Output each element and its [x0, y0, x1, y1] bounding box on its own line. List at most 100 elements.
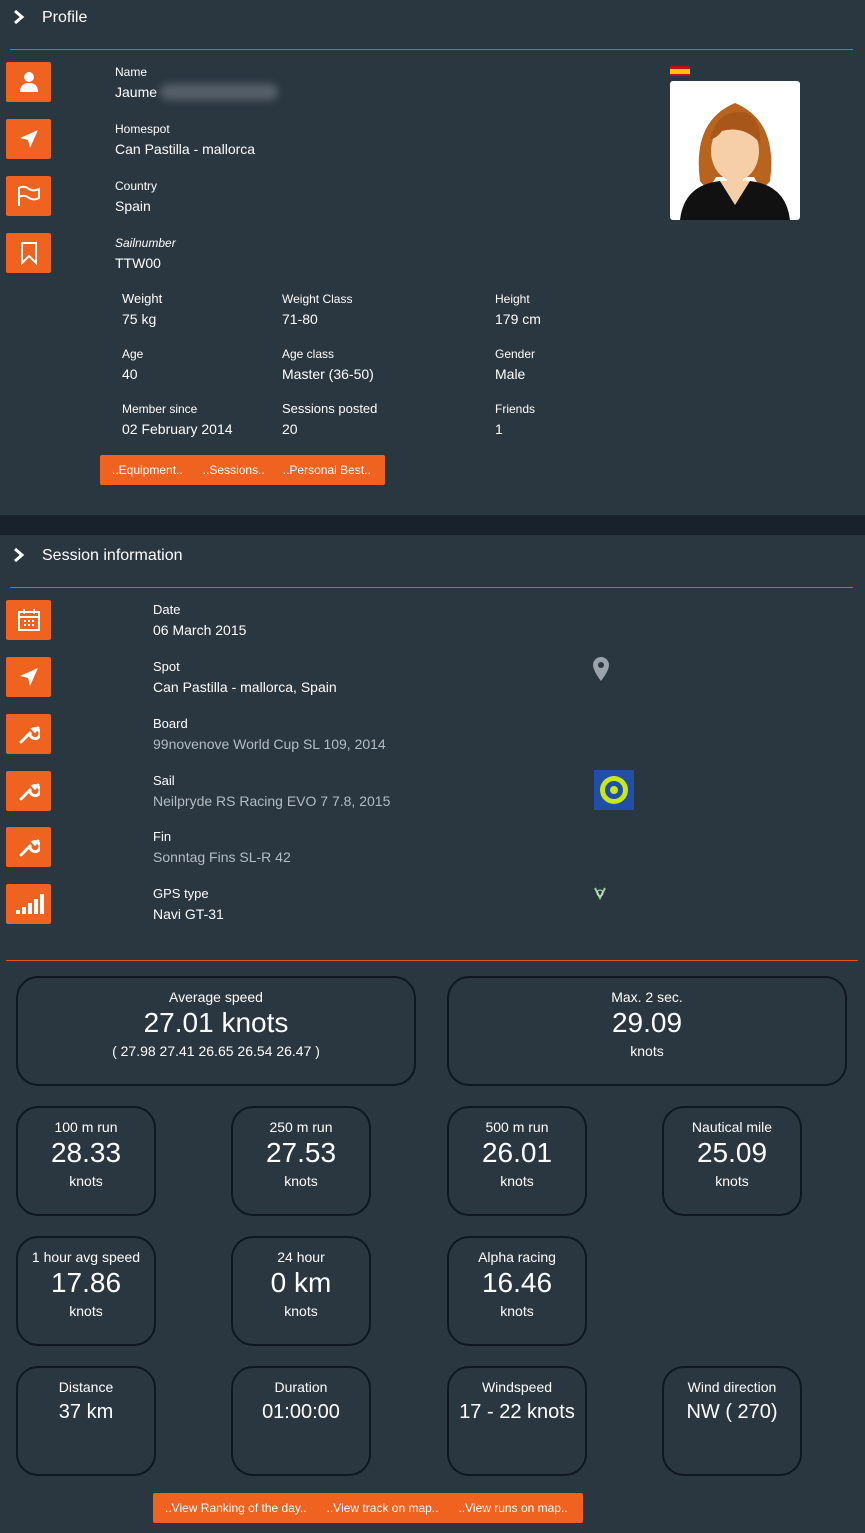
session-divider: [10, 587, 853, 588]
session-title: Session information: [42, 547, 183, 564]
gender-value: Male: [495, 366, 526, 382]
spot-value: Can Pastilla - mallorca, Spain: [153, 679, 337, 695]
view-runs-button[interactable]: ..View runs on map..: [458, 1501, 567, 1515]
member-since-label: Member since: [122, 402, 198, 416]
weight-class-value: 71-80: [282, 311, 318, 327]
sail-value[interactable]: Neilpryde RS Racing EVO 7 7.8, 2015: [153, 793, 390, 809]
hour-avg-card: 1 hour avg speed 17.86 knots: [16, 1236, 156, 1346]
run-500m-title: 500 m run: [485, 1119, 549, 1135]
hour-avg-title: 1 hour avg speed: [31, 1249, 141, 1265]
stats-divider: [6, 960, 858, 961]
alpha-racing-unit: knots: [500, 1303, 534, 1319]
date-value: 06 March 2015: [153, 622, 247, 638]
run-250m-title: 250 m run: [269, 1119, 333, 1135]
windspeed-value: 17 - 22 knots: [459, 1401, 575, 1423]
personal-best-button[interactable]: ..Personal Best..: [283, 463, 371, 477]
windspeed-title: Windspeed: [481, 1379, 553, 1395]
duration-title: Duration: [274, 1379, 328, 1395]
weight-class-label: Weight Class: [282, 292, 353, 306]
nautical-mile-card: Nautical mile 25.09 knots: [662, 1106, 802, 1216]
country-value: Spain: [115, 198, 151, 214]
alpha-racing-card: Alpha racing 16.46 knots: [447, 1236, 587, 1346]
country-label: Country: [115, 179, 158, 193]
sail-label: Sail: [153, 773, 175, 788]
run-250m-card: 250 m run 27.53 knots: [231, 1106, 371, 1216]
hour-avg-value: 17.86: [50, 1267, 122, 1298]
age-value: 40: [122, 366, 138, 382]
height-value: 179 cm: [495, 311, 541, 327]
wrench-icon: [6, 771, 51, 811]
run-100m-unit: knots: [69, 1173, 103, 1189]
alpha-racing-title: Alpha racing: [478, 1249, 556, 1265]
board-label: Board: [153, 716, 188, 731]
session-button-bar: ..View Ranking of the day.. ..View track…: [153, 1493, 583, 1523]
run-100m-value: 28.33: [50, 1137, 122, 1168]
distance-value: 37 km: [58, 1401, 114, 1423]
view-ranking-button[interactable]: ..View Ranking of the day..: [165, 1501, 307, 1515]
hour-24-value: 0 km: [270, 1267, 332, 1298]
gender-label: Gender: [495, 347, 536, 361]
profile-header[interactable]: Profile: [12, 7, 87, 29]
wind-direction-value: NW ( 270): [686, 1401, 778, 1423]
name-value: Jaume: [115, 84, 158, 100]
run-250m-unit: knots: [284, 1173, 318, 1189]
sail-brand-logo-icon: [594, 770, 634, 810]
bookmark-icon: [6, 233, 51, 273]
alpha-racing-value: 16.46: [481, 1267, 553, 1298]
homespot-label: Homespot: [115, 122, 170, 136]
sailnumber-value: TTW00: [115, 255, 161, 271]
member-since-value: 02 February 2014: [122, 421, 233, 437]
windspeed-card: Windspeed 17 - 22 knots: [447, 1366, 587, 1476]
equipment-button[interactable]: ..Equipment..: [112, 463, 183, 477]
name-redaction: [160, 84, 278, 100]
weight-label: Weight: [122, 291, 163, 306]
age-class-label: Age class: [282, 347, 335, 361]
run-250m-value: 27.53: [265, 1137, 337, 1168]
view-track-button[interactable]: ..View track on map..: [327, 1501, 439, 1515]
max-2sec-unit: knots: [630, 1043, 664, 1059]
average-speed-title: Average speed: [169, 989, 263, 1005]
session-header[interactable]: Session information: [12, 545, 183, 567]
navigation-arrow-icon: [6, 119, 51, 159]
profile-button-bar: ..Equipment.. ..Sessions.. ..Personal Be…: [100, 455, 385, 485]
run-500m-unit: knots: [500, 1173, 534, 1189]
gps-label: GPS type: [153, 886, 209, 901]
avatar: [670, 81, 800, 220]
fin-value[interactable]: Sonntag Fins SL-R 42: [153, 849, 291, 865]
section-separator: [0, 515, 865, 535]
sessions-posted-label: Sessions posted: [282, 401, 378, 416]
sailnumber-label: Sailnumber: [115, 236, 176, 250]
gps-value: Navi GT-31: [153, 906, 224, 922]
age-class-value: Master (36-50): [282, 366, 374, 382]
flag-icon: [6, 176, 51, 216]
date-label: Date: [153, 602, 181, 617]
board-value[interactable]: 99novenove World Cup SL 109, 2014: [153, 736, 386, 752]
hour-24-unit: knots: [284, 1303, 318, 1319]
sessions-posted-value: 20: [282, 421, 298, 437]
friends-label: Friends: [495, 402, 536, 416]
run-500m-card: 500 m run 26.01 knots: [447, 1106, 587, 1216]
profile-title: Profile: [42, 9, 88, 26]
sessions-button[interactable]: ..Sessions..: [203, 463, 265, 477]
run-100m-title: 100 m run: [54, 1119, 118, 1135]
wind-direction-title: Wind direction: [687, 1379, 777, 1395]
hour-24-card: 24 hour 0 km knots: [231, 1236, 371, 1346]
average-speed-detail: ( 27.98 27.41 26.65 26.54 26.47 ): [112, 1043, 320, 1059]
nautical-mile-unit: knots: [715, 1173, 749, 1189]
duration-value: 01:00:00: [262, 1401, 340, 1423]
average-speed-card: Average speed 27.01 knots ( 27.98 27.41 …: [16, 976, 416, 1086]
homespot-value: Can Pastilla - mallorca: [115, 141, 256, 157]
map-pin-icon[interactable]: [592, 656, 610, 687]
chevron-right-icon: [12, 9, 26, 27]
user-icon: [6, 62, 51, 102]
profile-divider: [10, 49, 853, 50]
chevron-right-icon: [12, 547, 26, 565]
age-label: Age: [122, 347, 144, 361]
weight-value: 75 kg: [122, 311, 157, 327]
spot-label: Spot: [153, 659, 180, 674]
run-100m-card: 100 m run 28.33 knots: [16, 1106, 156, 1216]
max-2sec-card: Max. 2 sec. 29.09 knots: [447, 976, 847, 1086]
height-label: Height: [495, 292, 530, 306]
calendar-icon: [6, 600, 51, 640]
name-label: Name: [115, 65, 148, 79]
